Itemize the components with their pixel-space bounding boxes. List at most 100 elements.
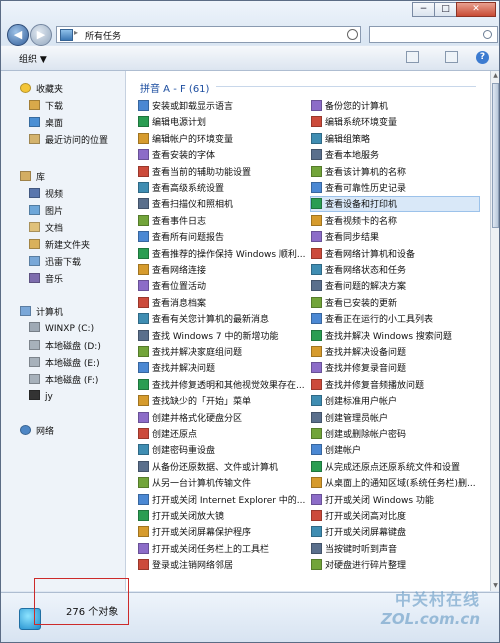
breadcrumb[interactable]: 所有任务 — [85, 29, 121, 42]
sidebar-item-computer[interactable]: 计算机 — [20, 305, 63, 319]
task-link[interactable]: 查看有关您计算机的最新消息 — [138, 312, 306, 326]
task-link[interactable]: 创建帐户 — [311, 443, 479, 457]
forward-button[interactable]: ▶ — [30, 24, 52, 46]
task-link[interactable]: 查看安装的字体 — [138, 148, 306, 162]
task-link[interactable]: 从另一台计算机传输文件 — [138, 476, 306, 490]
sidebar-item-documents[interactable]: 文档 — [29, 221, 63, 235]
task-link[interactable]: 查找并修复音频播放问题 — [311, 378, 479, 392]
task-link[interactable]: 编辑电源计划 — [138, 115, 306, 129]
sidebar-item-recent[interactable]: 最近访问的位置 — [29, 133, 108, 147]
sidebar-item-desktop[interactable]: 桌面 — [29, 116, 63, 130]
task-link[interactable]: 创建还原点 — [138, 427, 306, 441]
task-link[interactable]: 查找并解决问题 — [138, 361, 306, 375]
sidebar-item-downloads[interactable]: 下载 — [29, 99, 63, 113]
task-link[interactable]: 当按键时听到声音 — [311, 542, 479, 556]
sidebar-item-videos[interactable]: 视频 — [29, 187, 63, 201]
task-link[interactable]: 查找并解决设备问题 — [311, 345, 479, 359]
task-link[interactable]: 查找缺少的「开始」菜单 — [138, 394, 306, 408]
task-link[interactable]: 创建并格式化硬盘分区 — [138, 411, 306, 425]
search-input[interactable] — [369, 26, 498, 43]
task-link[interactable]: 查看本地服务 — [311, 148, 479, 162]
help-icon[interactable]: ? — [476, 51, 489, 64]
view-options-icon[interactable] — [406, 51, 419, 63]
task-link[interactable]: 打开或关闭高对比度 — [311, 509, 479, 523]
sidebar-item-drive-f[interactable]: 本地磁盘 (F:) — [29, 373, 98, 387]
task-link[interactable]: 从完成还原点还原系统文件和设置 — [311, 460, 479, 474]
sidebar-item-drive-c[interactable]: WINXP (C:) — [29, 322, 94, 336]
task-link[interactable]: 查看消息档案 — [138, 296, 306, 310]
refresh-icon[interactable] — [347, 29, 358, 40]
task-link[interactable]: 对硬盘进行碎片整理 — [311, 558, 479, 572]
task-link[interactable]: 查看高级系统设置 — [138, 181, 306, 195]
task-link[interactable]: 创建标准用户帐户 — [311, 394, 479, 408]
address-bar[interactable]: ▸ 所有任务 — [56, 26, 361, 43]
sidebar-item-music[interactable]: 音乐 — [29, 272, 63, 286]
task-link[interactable]: 查看该计算机的名称 — [311, 165, 479, 179]
task-link[interactable]: 备份您的计算机 — [311, 99, 479, 113]
task-icon — [138, 182, 149, 193]
scroll-down-icon[interactable]: ▼ — [492, 582, 499, 590]
sidebar-item-drive-d[interactable]: 本地磁盘 (D:) — [29, 339, 101, 353]
task-link[interactable]: 查看网络计算机和设备 — [311, 247, 479, 261]
scroll-thumb[interactable] — [492, 83, 499, 228]
task-link[interactable]: 查看正在运行的小工具列表 — [311, 312, 479, 326]
task-link[interactable]: 查看所有问题报告 — [138, 230, 306, 244]
sidebar-item-xunlei[interactable]: 迅雷下载 — [29, 255, 81, 269]
task-link[interactable]: 编辑组策略 — [311, 132, 479, 146]
search-icon[interactable] — [483, 30, 492, 39]
task-link[interactable]: 打开或关闭 Internet Explorer 中的... — [138, 493, 306, 507]
task-link[interactable]: 查看同步结果 — [311, 230, 479, 244]
task-link[interactable]: 创建密码重设盘 — [138, 443, 306, 457]
task-link[interactable]: 查看已安装的更新 — [311, 296, 479, 310]
task-link[interactable]: 查找 Windows 7 中的新增功能 — [138, 329, 306, 343]
task-link[interactable]: 查看位置活动 — [138, 279, 306, 293]
maximize-button[interactable]: □ — [434, 2, 457, 17]
back-button[interactable]: ◀ — [7, 24, 29, 46]
sidebar-item-library[interactable]: 库 — [20, 170, 45, 184]
organize-button[interactable]: 组织 ▼ — [19, 52, 47, 65]
task-link[interactable]: 安装或卸载显示语言 — [138, 99, 306, 113]
task-link[interactable]: 查找并解决家庭组问题 — [138, 345, 306, 359]
task-link[interactable]: 创建管理员帐户 — [311, 411, 479, 425]
task-link[interactable]: 编辑帐户的环境变量 — [138, 132, 306, 146]
preview-pane-icon[interactable] — [445, 51, 458, 63]
task-link[interactable]: 查看视频卡的名称 — [311, 214, 479, 228]
sidebar-item-new-folder[interactable]: 新建文件夹 — [29, 238, 90, 252]
vertical-scrollbar[interactable]: ▲ ▼ — [490, 71, 499, 591]
breadcrumb-separator-icon[interactable]: ▸ — [74, 28, 78, 37]
close-button[interactable]: ✕ — [456, 2, 496, 17]
task-link[interactable]: 查找并修复透明和其他视觉效果存在... — [138, 378, 306, 392]
scroll-up-icon[interactable]: ▲ — [492, 72, 499, 80]
group-header[interactable]: 拼音 A - F (61) — [140, 80, 209, 95]
task-link[interactable]: 查看网络状态和任务 — [311, 263, 479, 277]
sidebar-item-pictures[interactable]: 图片 — [29, 204, 63, 218]
task-link[interactable]: 创建或删除帐户密码 — [311, 427, 479, 441]
sidebar-item-drive-e[interactable]: 本地磁盘 (E:) — [29, 356, 100, 370]
task-link[interactable]: 打开或关闭 Windows 功能 — [311, 493, 479, 507]
minimize-button[interactable]: − — [412, 2, 435, 17]
window-controls: − □ ✕ — [412, 2, 496, 18]
task-link[interactable]: 查看推荐的操作保持 Windows 顺利... — [138, 247, 306, 261]
task-link[interactable]: 打开或关闭任务栏上的工具栏 — [138, 542, 306, 556]
task-link[interactable]: 查看可靠性历史记录 — [311, 181, 479, 195]
sidebar-item-jy[interactable]: jy — [29, 390, 53, 404]
task-icon — [138, 116, 149, 128]
sidebar-item-favorites[interactable]: 收藏夹 — [20, 82, 63, 96]
task-link[interactable]: 打开或关闭屏幕键盘 — [311, 525, 479, 539]
task-link[interactable]: 查看事件日志 — [138, 214, 306, 228]
sidebar-item-network[interactable]: 网络 — [20, 424, 54, 438]
task-icon — [138, 444, 149, 456]
task-link[interactable]: 查找并修复录音问题 — [311, 361, 479, 375]
task-link[interactable]: 登录或注销网络邻居 — [138, 558, 306, 572]
task-link[interactable]: 查看设备和打印机 — [310, 196, 480, 213]
task-link[interactable]: 查找并解决 Windows 搜索问题 — [311, 329, 479, 343]
task-link[interactable]: 从桌面上的通知区域(系统任务栏)删... — [311, 476, 479, 490]
task-link[interactable]: 打开或关闭屏幕保护程序 — [138, 525, 306, 539]
task-link[interactable]: 查看当前的辅助功能设置 — [138, 165, 306, 179]
task-link[interactable]: 从备份还原数据、文件或计算机 — [138, 460, 306, 474]
task-link[interactable]: 查看扫描仪和照相机 — [138, 197, 306, 211]
task-link[interactable]: 查看问题的解决方案 — [311, 279, 479, 293]
task-link[interactable]: 打开或关闭放大镜 — [138, 509, 306, 523]
task-link[interactable]: 查看网络连接 — [138, 263, 306, 277]
task-link[interactable]: 编辑系统环境变量 — [311, 115, 479, 129]
